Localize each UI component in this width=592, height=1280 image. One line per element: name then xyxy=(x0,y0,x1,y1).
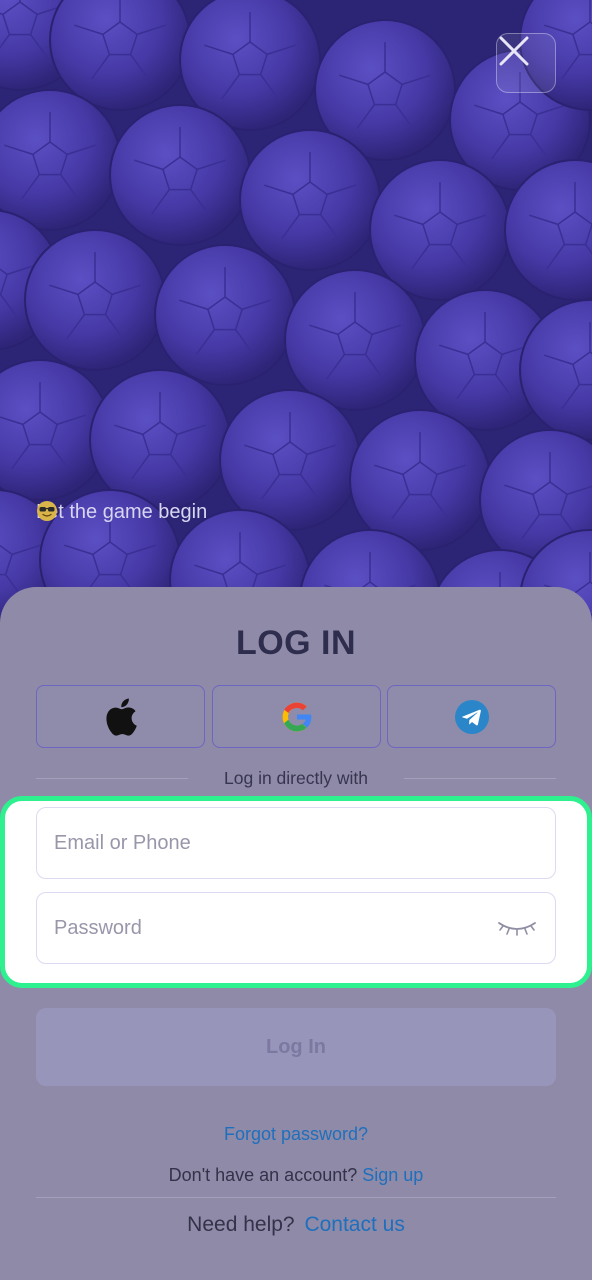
no-account-text: Don't have an account? xyxy=(168,1165,358,1185)
help-text: Need help? xyxy=(187,1213,295,1236)
close-button[interactable] xyxy=(496,33,556,93)
apple-login-button[interactable] xyxy=(36,685,205,748)
contact-us-link[interactable]: Contact us xyxy=(304,1213,404,1236)
login-submit-button[interactable]: Log In xyxy=(36,1008,556,1086)
divider-text: Log in directly with xyxy=(224,767,368,788)
page-title: LOG IN xyxy=(235,624,357,662)
signup-link[interactable]: Sign up xyxy=(362,1165,423,1185)
password-field[interactable]: Password xyxy=(36,892,556,964)
apple-icon xyxy=(105,698,137,736)
divider-line-right xyxy=(403,777,556,779)
divider-line-left xyxy=(36,777,189,779)
tagline: Let the game begin xyxy=(36,500,219,524)
hero-background: Let the game begin xyxy=(0,0,592,640)
google-login-button[interactable] xyxy=(212,685,381,748)
telegram-login-button[interactable] xyxy=(387,685,556,748)
bottom-divider xyxy=(36,1197,556,1198)
google-icon xyxy=(282,702,312,731)
eye-closed-icon xyxy=(498,922,536,936)
forgot-password-link[interactable]: Forgot password? xyxy=(0,1124,592,1145)
help-row: Need help? Contact us xyxy=(0,1213,592,1237)
email-placeholder: Email or Phone xyxy=(54,831,191,854)
email-field[interactable]: Email or Phone xyxy=(36,807,556,879)
close-icon xyxy=(499,36,529,66)
tagline-text: Let the game begin xyxy=(36,501,208,523)
telegram-icon xyxy=(454,699,489,734)
divider: Log in directly with xyxy=(36,766,556,790)
password-visibility-toggle[interactable] xyxy=(497,915,537,941)
signup-row: Don't have an account? Sign up xyxy=(0,1165,592,1186)
football-pattern xyxy=(0,0,592,640)
password-placeholder: Password xyxy=(54,916,142,939)
